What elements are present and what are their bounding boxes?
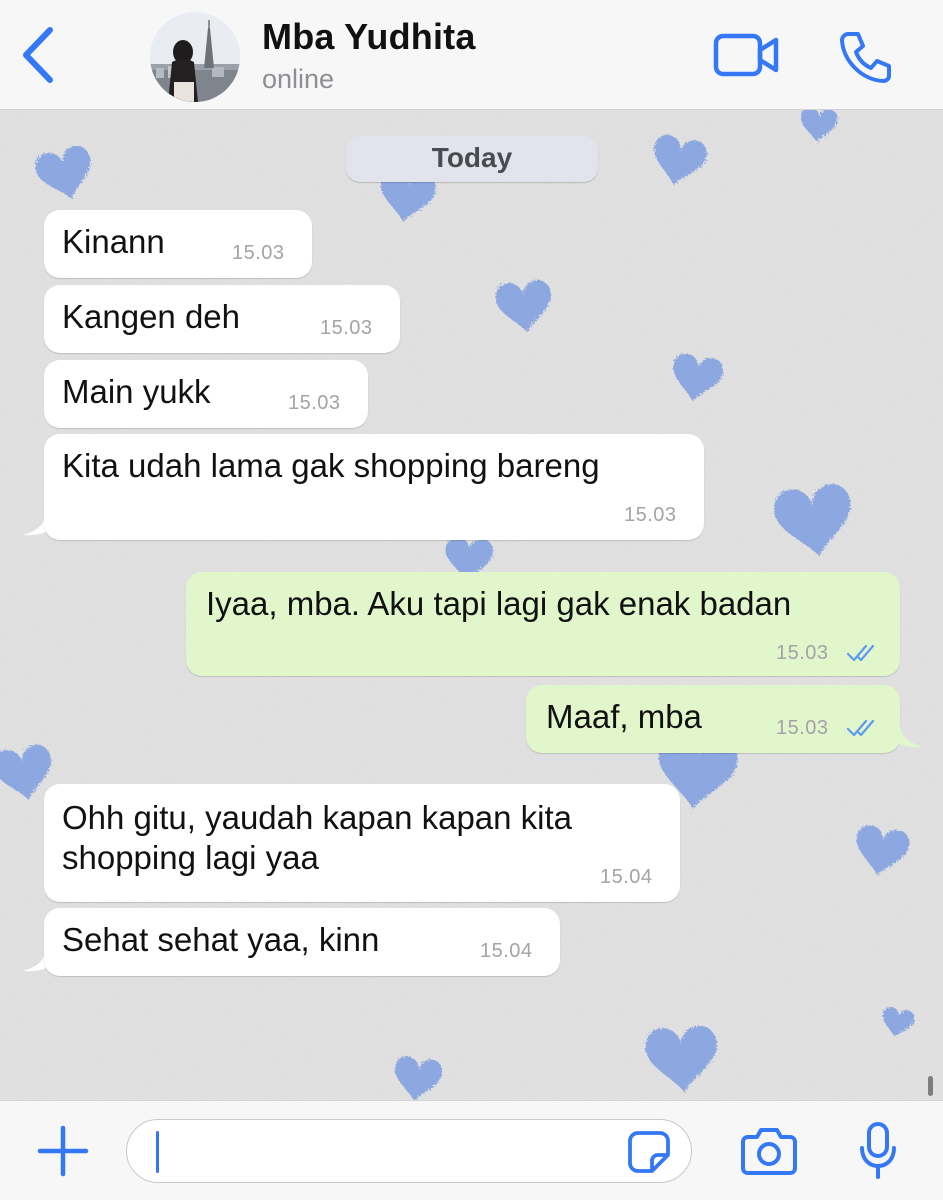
incoming-message[interactable]: Kinann 15.03 bbox=[44, 210, 312, 278]
outgoing-message[interactable]: Iyaa, mba. Aku tapi lagi gak enak badan … bbox=[186, 572, 900, 676]
video-call-button[interactable] bbox=[712, 30, 782, 80]
chat-header: Mba Yudhita online bbox=[0, 0, 943, 110]
camera-icon bbox=[741, 1128, 797, 1175]
bubble-tail bbox=[894, 724, 924, 748]
microphone-button[interactable] bbox=[858, 1121, 898, 1181]
message-composer bbox=[0, 1100, 943, 1200]
message-text: Iyaa, mba. Aku tapi lagi gak enak badan bbox=[206, 585, 792, 622]
contact-status: online bbox=[262, 64, 335, 94]
video-camera-icon bbox=[713, 33, 779, 77]
sticker-icon bbox=[628, 1131, 670, 1173]
message-text: Kangen deh bbox=[62, 298, 241, 335]
message-time: 15.03 bbox=[288, 392, 341, 414]
message-time: 15.04 bbox=[600, 866, 653, 888]
sticker-button[interactable] bbox=[626, 1129, 672, 1175]
chat-area[interactable]: Today Kinann 15.03 Kangen deh 15.03 Main… bbox=[0, 110, 943, 1100]
message-time: 15.03 bbox=[624, 504, 677, 526]
message-text: Kita udah lama gak shopping bareng bbox=[62, 447, 600, 484]
incoming-message[interactable]: Main yukk 15.03 bbox=[44, 360, 368, 428]
read-receipt-icon bbox=[846, 644, 875, 662]
read-receipt-icon bbox=[846, 719, 875, 737]
message-text: Maaf, mba bbox=[546, 698, 702, 735]
plus-icon bbox=[37, 1125, 89, 1177]
message-time: 15.03 bbox=[232, 242, 285, 264]
incoming-message[interactable]: Kita udah lama gak shopping bareng 15.03 bbox=[44, 434, 704, 540]
outgoing-message[interactable]: Maaf, mba 15.03 bbox=[526, 685, 900, 753]
message-text: Sehat sehat yaa, kinn bbox=[62, 921, 380, 958]
camera-button[interactable] bbox=[740, 1125, 798, 1177]
scrollbar[interactable] bbox=[928, 1076, 933, 1096]
message-time: 15.04 bbox=[480, 940, 533, 962]
incoming-message[interactable]: Ohh gitu, yaudah kapan kapan kita shoppi… bbox=[44, 784, 680, 902]
attach-button[interactable] bbox=[36, 1124, 90, 1178]
incoming-message[interactable]: Kangen deh 15.03 bbox=[44, 285, 400, 353]
avatar-photo bbox=[150, 12, 240, 102]
message-time: 15.03 bbox=[776, 642, 829, 664]
back-button[interactable] bbox=[14, 22, 64, 88]
incoming-message[interactable]: Sehat sehat yaa, kinn 15.04 bbox=[44, 908, 560, 976]
phone-icon bbox=[840, 32, 891, 83]
message-text: Main yukk bbox=[62, 373, 211, 410]
contact-name[interactable]: Mba Yudhita bbox=[262, 16, 476, 58]
date-separator: Today bbox=[346, 136, 598, 182]
message-input[interactable] bbox=[126, 1119, 692, 1183]
message-text: Kinann bbox=[62, 223, 165, 260]
message-time: 15.03 bbox=[776, 717, 829, 739]
voice-call-button[interactable] bbox=[838, 28, 894, 84]
text-cursor bbox=[156, 1131, 159, 1173]
message-text: Ohh gitu, yaudah kapan kapan kita shoppi… bbox=[62, 799, 573, 876]
avatar[interactable] bbox=[150, 12, 240, 102]
chevron-left-icon bbox=[23, 27, 53, 83]
microphone-icon bbox=[860, 1122, 896, 1179]
message-time: 15.03 bbox=[320, 317, 373, 339]
